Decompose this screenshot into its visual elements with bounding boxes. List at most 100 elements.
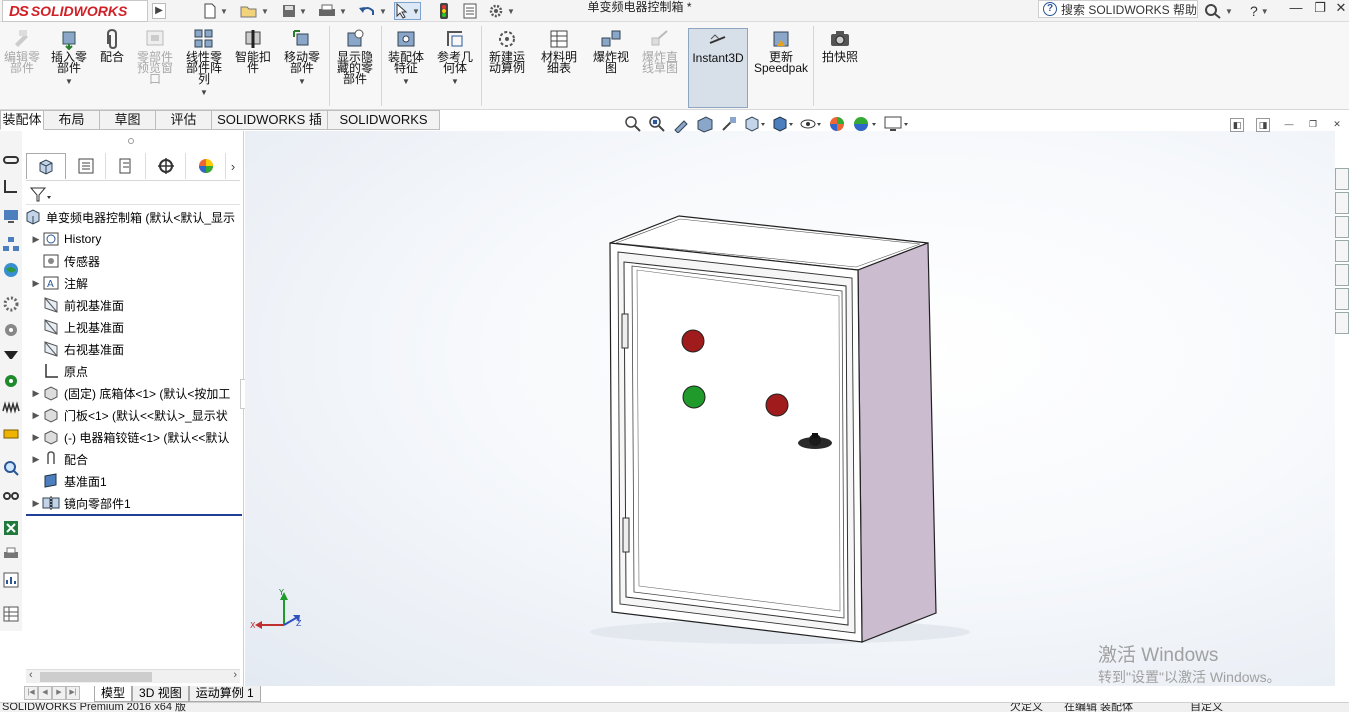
edit-appearance-button[interactable] bbox=[828, 115, 846, 136]
status-units[interactable]: 自定义 bbox=[1190, 703, 1223, 712]
tree-item-front-plane[interactable]: 前视基准面 bbox=[22, 294, 242, 316]
search-button[interactable]: ▼ bbox=[1204, 2, 1233, 20]
tab-sketch[interactable]: 草图 bbox=[100, 110, 156, 130]
reference-geometry-button[interactable]: 参考几 何体 ▼ bbox=[433, 28, 477, 108]
tree-root-assembly[interactable]: 单变频电器控制箱 (默认<默认_显示 bbox=[22, 206, 242, 228]
view-orientation-button[interactable] bbox=[744, 115, 766, 136]
solidworks-logo[interactable]: DS SOLIDWORKS bbox=[2, 0, 148, 22]
previous-view-button[interactable] bbox=[672, 115, 690, 136]
new-motion-study-button[interactable]: 新建运 动算例 bbox=[485, 28, 529, 108]
task-pane-home-tab[interactable] bbox=[1335, 168, 1349, 190]
undo-button[interactable]: ▼ bbox=[358, 2, 387, 20]
rebuild-button[interactable] bbox=[438, 2, 450, 20]
tree-horizontal-scrollbar[interactable]: ‹ › bbox=[26, 669, 240, 683]
task-pane-appearances-tab[interactable] bbox=[1335, 264, 1349, 286]
tab-first-icon[interactable]: |◀ bbox=[24, 686, 38, 700]
file-properties-button[interactable] bbox=[462, 2, 478, 20]
save-button[interactable]: ▼ bbox=[282, 2, 307, 20]
tree-item-sensors[interactable]: 传感器 bbox=[22, 250, 242, 272]
tree-item-base-box[interactable]: ▶ (固定) 底箱体<1> (默认<按加工 bbox=[22, 382, 242, 404]
tab-prev-icon[interactable]: ◀ bbox=[38, 686, 52, 700]
menu-expand-arrow[interactable]: ▶ bbox=[152, 3, 166, 19]
tab-last-icon[interactable]: ▶| bbox=[66, 686, 80, 700]
network-icon[interactable] bbox=[2, 235, 20, 253]
zoom-to-area-button[interactable] bbox=[648, 115, 666, 136]
printer-icon[interactable] bbox=[2, 545, 20, 563]
chart-doc-icon[interactable] bbox=[2, 571, 20, 589]
hide-show-items-button[interactable] bbox=[800, 115, 822, 136]
new-document-button[interactable]: ▼ bbox=[203, 2, 228, 20]
update-speedpak-button[interactable]: 更新 Speedpak bbox=[753, 28, 809, 108]
move-component-button[interactable]: 移动零 部件 ▼ bbox=[280, 28, 324, 108]
task-pane-resources-tab[interactable] bbox=[1335, 192, 1349, 214]
expand-arrow-icon[interactable]: ▶ bbox=[30, 234, 42, 245]
task-pane-design-library-tab[interactable] bbox=[1335, 216, 1349, 238]
plugin-icon[interactable] bbox=[2, 425, 20, 443]
select-button[interactable]: ▼ bbox=[394, 2, 421, 20]
table-doc-icon[interactable] bbox=[2, 605, 20, 623]
dropdown-arrow-icon[interactable]: ▼ bbox=[280, 76, 324, 87]
search-help-field[interactable]: ? 搜索 SOLIDWORKS 帮助 bbox=[1038, 0, 1198, 18]
expand-arrow-icon[interactable]: ▶ bbox=[30, 410, 42, 421]
red-indicator-light[interactable] bbox=[681, 329, 705, 353]
expand-arrow-icon[interactable]: ▶ bbox=[30, 498, 42, 509]
zoom-to-fit-button[interactable] bbox=[624, 115, 642, 136]
tree-item-annotations[interactable]: ▶ A 注解 bbox=[22, 272, 242, 294]
explode-line-sketch-button[interactable]: 爆炸直 线草图 bbox=[637, 28, 683, 108]
component-preview-button[interactable]: 零部件 预览窗 口 bbox=[134, 28, 176, 108]
link-icon[interactable] bbox=[2, 151, 20, 169]
electrical-cabinet-model[interactable]: Y X Z bbox=[245, 131, 1335, 686]
tree-filter-bar[interactable] bbox=[26, 183, 240, 205]
tab-evaluate[interactable]: 评估 bbox=[156, 110, 212, 130]
tab-assembly[interactable]: 装配体 bbox=[0, 110, 44, 130]
tree-item-door-panel[interactable]: ▶ 门板<1> (默认<<默认>_显示状 bbox=[22, 404, 242, 426]
instant3d-button[interactable]: Instant3D bbox=[688, 28, 748, 108]
tree-item-plane1[interactable]: 基准面1 bbox=[22, 470, 242, 492]
mate-button[interactable]: 配合 bbox=[95, 28, 129, 108]
viewport-prev-button[interactable]: ◧ bbox=[1230, 118, 1244, 132]
options-button[interactable]: ▼ bbox=[488, 2, 515, 20]
dynamic-annotation-button[interactable] bbox=[720, 115, 738, 136]
expand-arrow-icon[interactable]: ▶ bbox=[30, 432, 42, 443]
waveform-icon[interactable] bbox=[2, 399, 20, 417]
cog-settings-icon[interactable] bbox=[2, 321, 20, 339]
tab-next-icon[interactable]: ▶ bbox=[52, 686, 66, 700]
viewport-minimize-button[interactable]: — bbox=[1282, 118, 1296, 132]
section-view-button[interactable] bbox=[696, 115, 714, 136]
viewport-next-button[interactable]: ◨ bbox=[1256, 118, 1270, 132]
task-pane-forum-tab[interactable] bbox=[1335, 312, 1349, 334]
task-pane-file-explorer-tab[interactable] bbox=[1335, 240, 1349, 262]
tree-item-hinge[interactable]: ▶ (-) 电器箱铰链<1> (默认<<默认 bbox=[22, 426, 242, 448]
expand-arrow-icon[interactable]: ▶ bbox=[30, 454, 42, 465]
tab-3d-view[interactable]: 3D 视图 bbox=[132, 686, 189, 702]
monitor-icon[interactable] bbox=[2, 207, 20, 225]
expand-arrow-icon[interactable]: ▶ bbox=[30, 278, 42, 289]
bill-of-materials-button[interactable]: 材料明 细表 bbox=[537, 28, 581, 108]
green-indicator-light[interactable] bbox=[682, 385, 706, 409]
panel-grip[interactable] bbox=[128, 138, 134, 144]
apply-scene-button[interactable] bbox=[852, 115, 878, 136]
binoculars-icon[interactable] bbox=[2, 485, 20, 503]
scroll-left-icon[interactable]: ‹ bbox=[29, 669, 33, 681]
tab-layout[interactable]: 布局 bbox=[44, 110, 100, 130]
edit-component-button[interactable]: 编辑零 部件 bbox=[2, 28, 42, 108]
excel-icon[interactable] bbox=[2, 519, 20, 537]
property-manager-tab[interactable] bbox=[66, 153, 106, 179]
tree-item-top-plane[interactable]: 上视基准面 bbox=[22, 316, 242, 338]
graphics-area[interactable]: Y X Z bbox=[245, 131, 1335, 686]
show-hidden-components-button[interactable]: 显示隐 藏的零 部件 bbox=[333, 28, 377, 108]
open-button[interactable]: ▼ bbox=[240, 2, 269, 20]
close-button[interactable]: ✕ bbox=[1328, 0, 1349, 18]
linear-pattern-button[interactable]: 线性零 部件阵 列 ▼ bbox=[182, 28, 226, 108]
funnel-icon[interactable] bbox=[2, 347, 20, 365]
tree-item-right-plane[interactable]: 右视基准面 bbox=[22, 338, 242, 360]
rollback-bar[interactable] bbox=[26, 514, 242, 516]
tab-motion-study[interactable]: 运动算例 1 bbox=[188, 686, 261, 702]
configuration-manager-tab[interactable] bbox=[106, 153, 146, 179]
red-stop-button[interactable] bbox=[765, 393, 789, 417]
tree-item-history[interactable]: ▶ History bbox=[22, 228, 242, 250]
viewport-restore-button[interactable]: ❐ bbox=[1306, 118, 1320, 132]
exploded-view-button[interactable]: 爆炸视 图 bbox=[589, 28, 633, 108]
tab-model[interactable]: 模型 bbox=[94, 686, 133, 702]
dimxpert-tab[interactable] bbox=[146, 153, 186, 179]
